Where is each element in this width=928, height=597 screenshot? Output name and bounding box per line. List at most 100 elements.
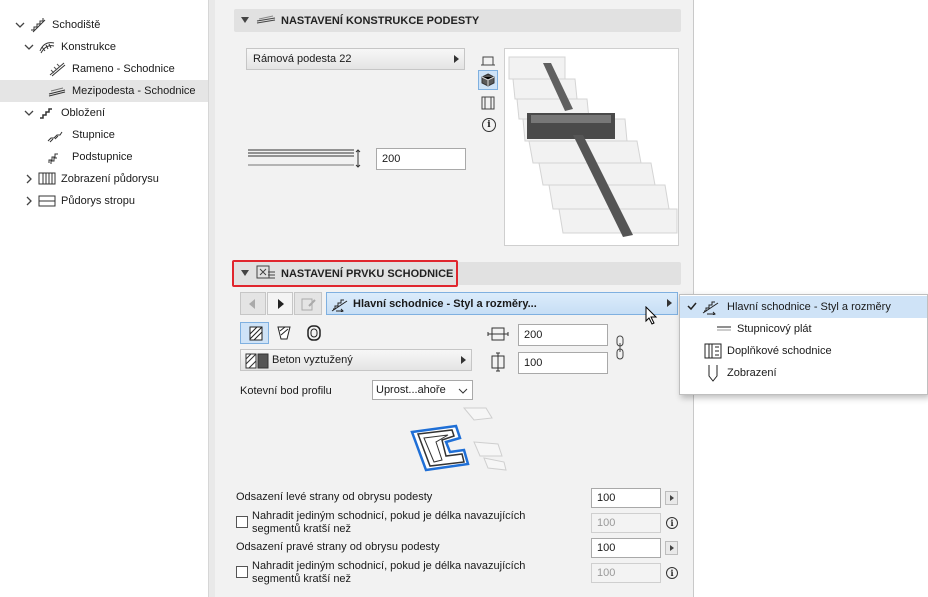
- tree-item-label: Schodiště: [52, 19, 101, 31]
- section-view-icon[interactable]: [480, 95, 496, 114]
- floor-plan-icon: [38, 171, 56, 187]
- menu-item-tread-plate[interactable]: Stupnicový plát: [680, 318, 927, 340]
- material-icon: [245, 353, 269, 372]
- select-value: Uprost...ahoře: [376, 384, 446, 396]
- tree-item-stair[interactable]: Schodiště: [0, 14, 208, 36]
- left-offset-label: Odsazení levé strany od obrysu podesty: [236, 491, 433, 503]
- right-replace-label-line2: segmentů kratší než: [252, 573, 352, 585]
- chevron-right-icon: [461, 356, 466, 364]
- collapse-triangle-icon[interactable]: [241, 17, 249, 23]
- chevron-right-icon: [454, 55, 459, 63]
- anchor-point-label: Kotevní bod profilu: [240, 385, 332, 397]
- chevron-down-icon[interactable]: [24, 108, 34, 118]
- rectangle-profile-icon: [249, 326, 263, 344]
- menu-item-additional-stringer[interactable]: Doplňkové schodnice: [680, 340, 927, 362]
- riser-icon: [46, 149, 64, 165]
- tree-item-risers[interactable]: Podstupnice: [0, 146, 208, 168]
- stair-preview-image: [508, 56, 678, 237]
- left-replace-input[interactable]: 100: [591, 513, 661, 533]
- right-replace-checkbox[interactable]: [236, 566, 248, 578]
- menu-item-main-stringer[interactable]: Hlavní schodnice - Styl a rozměry: [680, 296, 927, 318]
- next-element-button[interactable]: [267, 292, 293, 315]
- right-offset-label: Odsazení pravé strany od obrysu podesty: [236, 541, 440, 553]
- info-icon[interactable]: i: [482, 118, 496, 132]
- landing-thickness-input[interactable]: 200: [376, 148, 466, 170]
- left-replace-label-line2: segmentů kratší než: [252, 523, 352, 535]
- panel-splitter[interactable]: [208, 0, 215, 597]
- left-replace-label-line1: Nahradit jediným schodnicí, pokud je dél…: [252, 510, 526, 522]
- menu-item-display[interactable]: Zobrazení: [680, 362, 927, 384]
- landing-stringer-icon: [256, 13, 276, 30]
- cladding-icon: [38, 105, 56, 121]
- previous-element-button[interactable]: [240, 292, 266, 315]
- material-dropdown[interactable]: Beton vyztužený: [240, 349, 472, 371]
- 3d-view-icon[interactable]: [478, 70, 498, 90]
- section-title: NASTAVENÍ KONSTRUKCE PODESTY: [281, 14, 480, 27]
- structure-icon: [38, 39, 56, 55]
- landing-structure-section-header[interactable]: NASTAVENÍ KONSTRUKCE PODESTY: [234, 9, 681, 32]
- highlight-box: [232, 260, 458, 287]
- stair-3d-preview: [504, 48, 679, 246]
- plan-view-icon[interactable]: [480, 52, 496, 71]
- edit-element-button[interactable]: [294, 292, 322, 315]
- settings-tree: Schodiště Konstrukce Rameno - Schodnice …: [0, 0, 208, 597]
- left-offset-arrow-button[interactable]: [665, 491, 678, 505]
- checkmark-icon: [687, 301, 697, 314]
- tread-plate-icon: [716, 324, 732, 337]
- tree-item-flight-stringer[interactable]: Rameno - Schodnice: [0, 58, 208, 80]
- landing-thickness-icon: [246, 147, 364, 172]
- dropdown-value: Beton vyztužený: [272, 354, 353, 366]
- hollow-profile-icon[interactable]: [306, 325, 322, 344]
- stringer-element-dropdown[interactable]: Hlavní schodnice - Styl a rozměry...: [326, 292, 678, 315]
- tree-item-label: Půdorys stropu: [61, 195, 135, 207]
- chevron-down-icon[interactable]: [24, 42, 34, 52]
- anchor-point-diagram: [404, 404, 514, 489]
- left-replace-checkbox[interactable]: [236, 516, 248, 528]
- right-replace-input[interactable]: 100: [591, 563, 661, 583]
- main-stringer-icon: [702, 299, 722, 318]
- tree-item-treads[interactable]: Stupnice: [0, 124, 208, 146]
- dropdown-value: Hlavní schodnice - Styl a rozměry...: [353, 297, 537, 310]
- menu-item-label: Hlavní schodnice - Styl a rozměry: [727, 301, 891, 313]
- tree-item-label: Zobrazení půdorysu: [61, 173, 159, 185]
- tree-item-label: Stupnice: [72, 129, 115, 141]
- anchor-point-select[interactable]: Uprost...ahoře: [372, 380, 473, 400]
- right-offset-arrow-button[interactable]: [665, 541, 678, 555]
- info-icon[interactable]: i: [666, 517, 678, 529]
- chevron-right-icon[interactable]: [24, 174, 34, 184]
- tree-item-landing-stringer[interactable]: Mezipodesta - Schodnice: [0, 80, 208, 102]
- tread-icon: [46, 127, 64, 143]
- flight-stringer-icon: [48, 61, 66, 77]
- custom-profile-icon[interactable]: [276, 325, 292, 344]
- menu-item-label: Doplňkové schodnice: [727, 345, 832, 357]
- menu-item-label: Zobrazení: [727, 367, 777, 379]
- tree-item-label: Obložení: [61, 107, 106, 119]
- chevron-right-icon[interactable]: [24, 196, 34, 206]
- edit-icon: [301, 297, 317, 314]
- chevron-down-icon[interactable]: [15, 20, 25, 30]
- landing-type-dropdown[interactable]: Rámová podesta 22: [246, 48, 465, 70]
- mouse-cursor-icon: [645, 305, 659, 329]
- right-offset-input[interactable]: 100: [591, 538, 661, 558]
- tree-item-label: Mezipodesta - Schodnice: [72, 85, 196, 97]
- tree-item-floor-plan[interactable]: Zobrazení půdorysu: [0, 168, 208, 190]
- profile-height-icon: [487, 352, 509, 375]
- right-replace-label-line1: Nahradit jediným schodnicí, pokud je dél…: [252, 560, 526, 572]
- rectangle-profile-button[interactable]: [240, 322, 269, 344]
- tree-item-structure[interactable]: Konstrukce: [0, 36, 208, 58]
- main-stringer-icon: [331, 297, 349, 315]
- landing-stringer-icon: [48, 83, 66, 99]
- dropdown-value: Rámová podesta 22: [253, 53, 352, 65]
- stair-icon: [30, 17, 48, 33]
- profile-height-input[interactable]: 100: [518, 352, 608, 374]
- menu-item-label: Stupnicový plát: [737, 323, 812, 335]
- profile-width-icon: [487, 325, 509, 346]
- left-offset-input[interactable]: 100: [591, 488, 661, 508]
- chain-link-icon[interactable]: [615, 334, 625, 365]
- info-icon[interactable]: i: [666, 567, 678, 579]
- stringer-element-menu: Hlavní schodnice - Styl a rozměry Stupni…: [679, 294, 928, 395]
- tree-item-label: Rameno - Schodnice: [72, 63, 175, 75]
- tree-item-ceiling-plan[interactable]: Půdorys stropu: [0, 190, 208, 212]
- profile-width-input[interactable]: 200: [518, 324, 608, 346]
- tree-item-cladding[interactable]: Obložení: [0, 102, 208, 124]
